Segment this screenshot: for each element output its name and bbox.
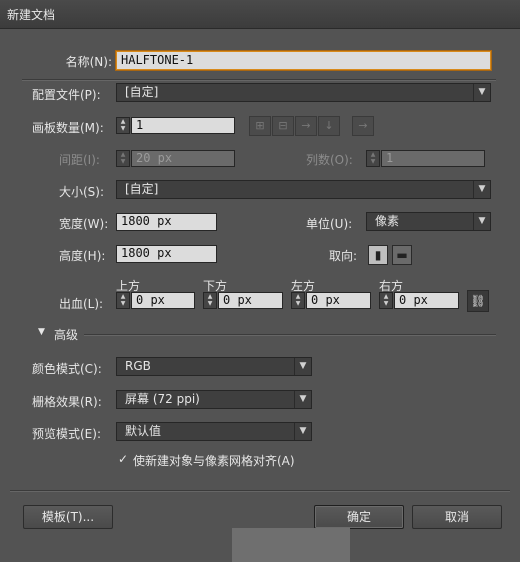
divider <box>22 79 496 81</box>
spacing-label: 间距(I): <box>59 153 100 167</box>
name-label: 名称(N): <box>65 55 112 69</box>
chevron-down-icon: ▼ <box>294 358 311 375</box>
divider <box>10 490 510 492</box>
columns-label: 列数(O): <box>306 153 353 167</box>
size-label: 大小(S): <box>59 185 105 199</box>
bleed-top-input[interactable]: 0 px <box>131 292 195 309</box>
preview-mode-select[interactable]: 默认值 ▼ <box>116 422 312 441</box>
chevron-down-icon: ▼ <box>294 423 311 440</box>
width-label: 宽度(W): <box>59 217 109 231</box>
divider <box>84 334 496 336</box>
bleed-right-input[interactable]: 0 px <box>394 292 459 309</box>
dialog-title: 新建文档 <box>7 8 56 22</box>
advanced-label[interactable]: 高级 <box>54 326 78 343</box>
size-select[interactable]: [自定] ▼ <box>116 180 491 199</box>
templates-button[interactable]: 模板(T)... <box>23 505 113 529</box>
bleed-left-stepper[interactable]: ▲ ▼ <box>291 292 305 309</box>
chevron-down-icon: ▼ <box>473 213 490 230</box>
units-select[interactable]: 像素 ▼ <box>366 212 491 231</box>
chevron-down-icon: ▼ <box>473 181 490 198</box>
bleed-bottom-input[interactable]: 0 px <box>218 292 283 309</box>
profile-label: 配置文件(P): <box>32 88 101 102</box>
color-mode-value: RGB <box>125 359 151 373</box>
raster-effects-label: 栅格效果(R): <box>32 395 102 409</box>
bleed-right-stepper[interactable]: ▲ ▼ <box>379 292 393 309</box>
artboard-count-input[interactable]: 1 <box>131 117 235 134</box>
artboard-count-label: 画板数量(M): <box>32 121 104 135</box>
arrange-by-column-icon: ↓ <box>318 116 340 136</box>
preview-mode-value: 默认值 <box>125 424 162 438</box>
checkmark-icon[interactable]: ✓ <box>118 453 130 465</box>
gray-overlay-block <box>232 528 350 562</box>
landscape-orientation-icon[interactable]: ▬ <box>392 245 412 265</box>
chevron-down-icon: ▼ <box>294 391 311 408</box>
right-to-left-icon: → <box>352 116 374 136</box>
preview-mode-label: 预览模式(E): <box>32 427 101 441</box>
grid-by-row-icon: ⊞ <box>249 116 271 136</box>
raster-effects-select[interactable]: 屏幕 (72 ppi) ▼ <box>116 390 312 409</box>
align-pixel-grid-label[interactable]: 使新建对象与像素网格对齐(A) <box>133 452 295 469</box>
bleed-label: 出血(L): <box>59 297 104 311</box>
title-bar[interactable]: 新建文档 <box>0 0 520 29</box>
color-mode-label: 颜色模式(C): <box>32 362 102 376</box>
height-input[interactable]: 1800 px <box>116 245 217 263</box>
units-value: 像素 <box>375 214 400 228</box>
raster-effects-value: 屏幕 (72 ppi) <box>125 392 200 406</box>
spacing-input: 20 px <box>131 150 235 167</box>
document-name-input[interactable]: HALFTONE-1 <box>115 50 492 71</box>
bleed-top-stepper[interactable]: ▲ ▼ <box>116 292 130 309</box>
units-label: 单位(U): <box>306 217 353 231</box>
artboard-count-stepper[interactable]: ▲ ▼ <box>116 117 130 134</box>
height-label: 高度(H): <box>59 249 106 263</box>
orientation-label: 取向: <box>329 249 358 263</box>
columns-stepper: ▲ ▼ <box>366 150 380 167</box>
color-mode-select[interactable]: RGB ▼ <box>116 357 312 376</box>
profile-select[interactable]: [自定] ▼ <box>116 83 491 102</box>
link-icon[interactable]: ⛓ <box>467 290 489 312</box>
bleed-bottom-stepper[interactable]: ▲ ▼ <box>203 292 217 309</box>
profile-value: [自定] <box>125 85 159 99</box>
new-document-dialog: 新建文档 名称(N): HALFTONE-1 配置文件(P): [自定] ▼ 画… <box>0 0 520 562</box>
cancel-button[interactable]: 取消 <box>412 505 502 529</box>
chevron-down-icon: ▼ <box>473 84 490 101</box>
portrait-orientation-icon[interactable]: ▮ <box>368 245 388 265</box>
collapse-triangle-icon[interactable]: ▼ <box>38 327 45 337</box>
bleed-left-input[interactable]: 0 px <box>306 292 371 309</box>
columns-input: 1 <box>381 150 485 167</box>
grid-by-column-icon: ⊟ <box>272 116 294 136</box>
ok-button[interactable]: 确定 <box>314 505 404 529</box>
size-value: [自定] <box>125 182 159 196</box>
width-input[interactable]: 1800 px <box>116 213 217 231</box>
arrange-by-row-icon: → <box>295 116 317 136</box>
spacing-stepper: ▲ ▼ <box>116 150 130 167</box>
